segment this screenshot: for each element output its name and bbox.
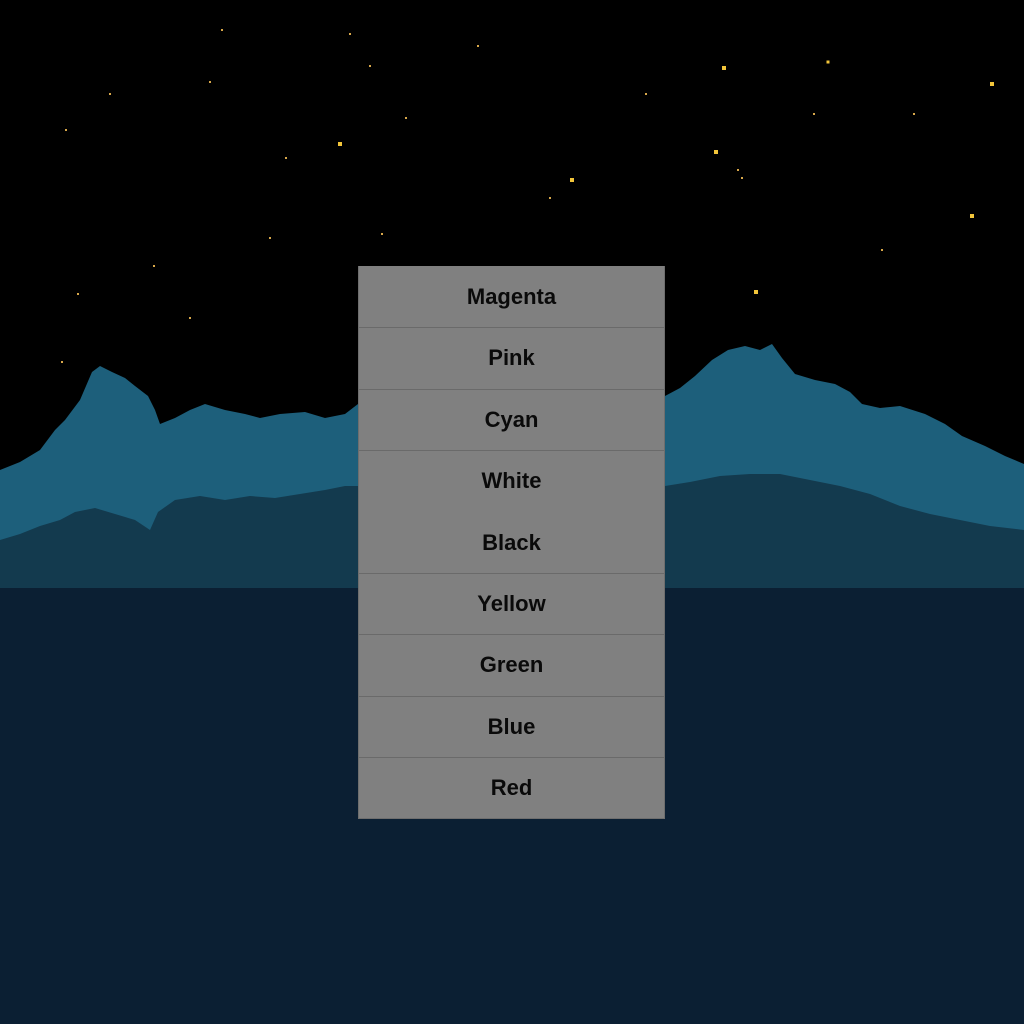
menu-item-label: White [481, 467, 542, 493]
color-option-white[interactable]: White [359, 450, 664, 511]
menu-item-label: Blue [487, 713, 536, 739]
menu-item-label: Magenta [466, 283, 557, 309]
star [737, 169, 739, 171]
menu-divider [359, 450, 664, 451]
star [189, 317, 191, 319]
star [338, 142, 342, 146]
star [349, 33, 351, 35]
star [381, 233, 383, 235]
color-option-black[interactable]: Black [359, 512, 664, 573]
star [405, 117, 407, 119]
menu-divider [359, 757, 664, 758]
color-selection-menu: Magenta Pink Cyan White Black Yellow Green Blue… [358, 266, 665, 819]
color-option-green[interactable]: Green [359, 634, 664, 695]
star [913, 113, 915, 115]
star [741, 177, 743, 179]
menu-divider [359, 634, 664, 635]
color-option-pink[interactable]: Pink [359, 327, 664, 388]
menu-divider [359, 389, 664, 390]
star [269, 237, 271, 239]
color-option-blue[interactable]: Blue [359, 696, 664, 757]
star [153, 265, 155, 267]
star [109, 93, 111, 95]
menu-item-label: Cyan [484, 406, 539, 432]
star [645, 93, 647, 95]
star [570, 178, 574, 182]
star [77, 293, 79, 295]
star [549, 197, 551, 199]
menu-item-label: Green [479, 651, 544, 677]
star [754, 290, 758, 294]
star [61, 361, 63, 363]
star [714, 150, 718, 154]
star [65, 129, 67, 131]
color-option-red[interactable]: Red [359, 757, 664, 818]
menu-divider [359, 327, 664, 328]
star [990, 82, 994, 86]
menu-divider [359, 696, 664, 697]
star [881, 249, 883, 251]
menu-item-label: Yellow [477, 590, 546, 616]
color-option-yellow[interactable]: Yellow [359, 573, 664, 634]
star [209, 81, 211, 83]
menu-item-label: Pink [488, 344, 535, 370]
star [722, 66, 726, 70]
menu-divider [359, 573, 664, 574]
star [813, 113, 815, 115]
menu-item-label: Black [482, 529, 541, 555]
star [369, 65, 371, 67]
color-option-cyan[interactable]: Cyan [359, 389, 664, 450]
star [826, 60, 830, 64]
color-option-magenta[interactable]: Magenta [359, 266, 664, 327]
star [477, 45, 479, 47]
menu-item-label: Red [490, 774, 533, 800]
star [285, 157, 287, 159]
star [970, 214, 974, 218]
star [221, 29, 223, 31]
